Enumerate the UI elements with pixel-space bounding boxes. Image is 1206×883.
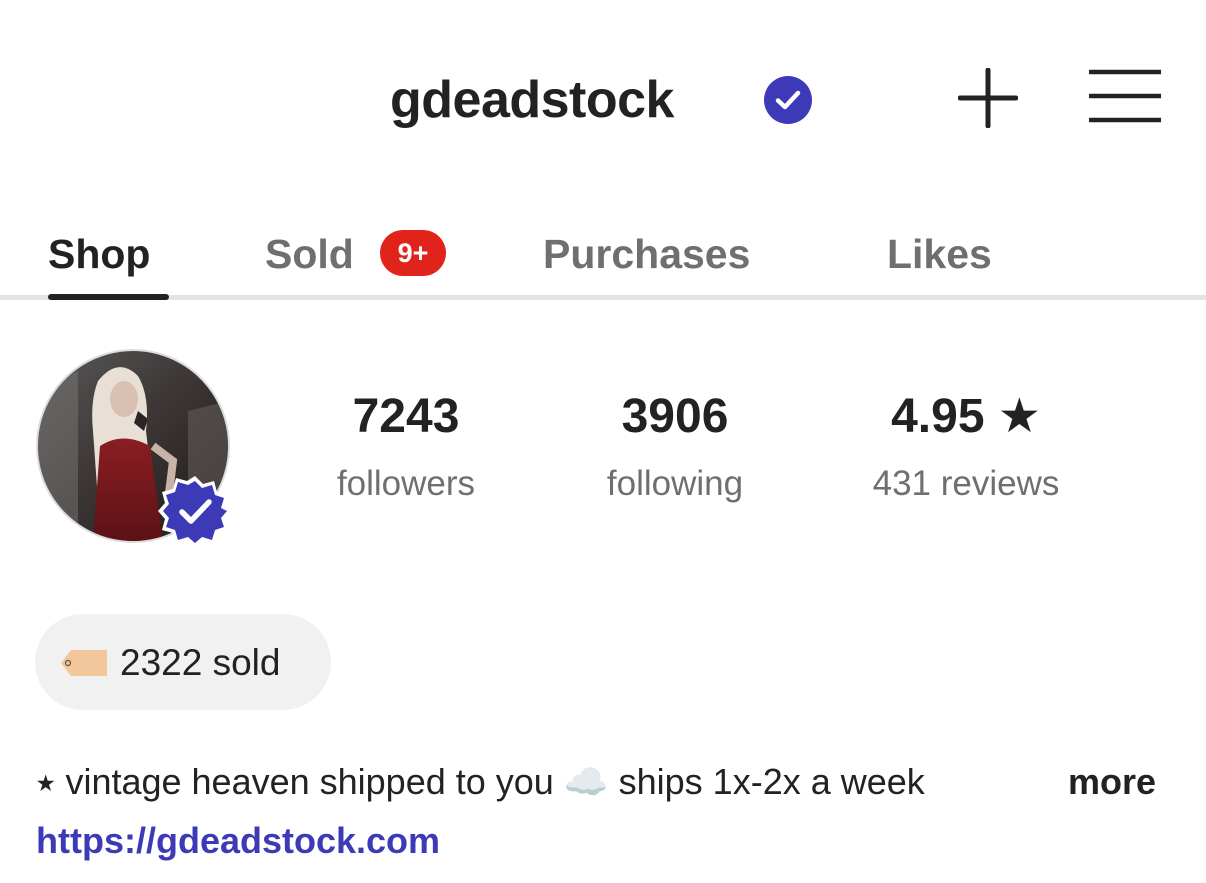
active-tab-indicator bbox=[48, 294, 169, 300]
profile-tabs: Shop Sold 9+ Purchases Likes bbox=[0, 215, 1206, 301]
rating-value: 4.95 ★ bbox=[891, 390, 1041, 443]
bio-more-button[interactable]: more bbox=[1068, 758, 1156, 806]
username: gdeadstock bbox=[390, 71, 674, 129]
bio-text: ⭑ vintage heaven shipped to you ☁️ ships… bbox=[36, 761, 925, 802]
menu-icon[interactable] bbox=[1086, 68, 1164, 128]
followers-count: 7243 bbox=[352, 390, 460, 443]
profile-header: gdeadstock bbox=[0, 0, 1206, 200]
tab-likes[interactable]: Likes bbox=[887, 229, 992, 279]
website-link[interactable]: https://gdeadstock.com bbox=[36, 818, 440, 864]
price-tag-icon bbox=[61, 650, 107, 676]
tab-purchases[interactable]: Purchases bbox=[543, 229, 750, 279]
bio: ⭑ vintage heaven shipped to you ☁️ ships… bbox=[36, 758, 1176, 808]
reviews-label: 431 reviews bbox=[872, 464, 1060, 503]
following-label: following bbox=[606, 464, 744, 503]
sold-count-badge: 9+ bbox=[380, 230, 446, 276]
following-count: 3906 bbox=[621, 390, 729, 443]
verified-badge-icon bbox=[764, 76, 812, 124]
add-listing-icon[interactable] bbox=[958, 68, 1018, 128]
stat-followers[interactable]: 7243 followers bbox=[311, 388, 501, 506]
tab-sold[interactable]: Sold bbox=[265, 229, 354, 279]
tab-shop[interactable]: Shop bbox=[48, 229, 150, 279]
stat-reviews[interactable]: 4.95 ★ 431 reviews bbox=[846, 388, 1086, 506]
stat-following[interactable]: 3906 following bbox=[580, 388, 770, 506]
sold-count-text: 2322 sold bbox=[120, 642, 281, 683]
sold-count-pill: 2322 sold bbox=[35, 614, 331, 710]
tabs-divider bbox=[0, 295, 1206, 300]
followers-label: followers bbox=[336, 464, 476, 503]
avatar-verified-icon bbox=[158, 476, 232, 548]
